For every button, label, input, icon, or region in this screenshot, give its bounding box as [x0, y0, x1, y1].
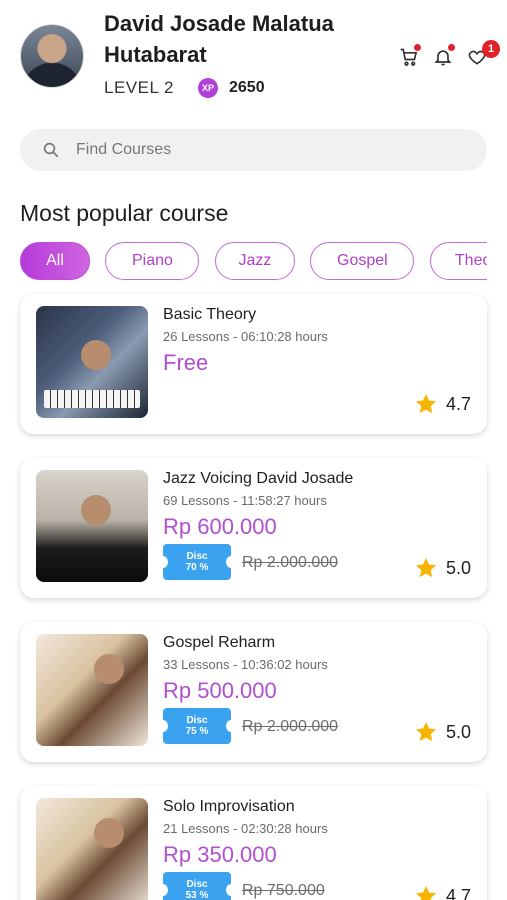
course-rating: 4.7	[414, 884, 471, 900]
discount-badge: Disc 70 %	[158, 544, 236, 580]
wishlist-count-badge: 1	[482, 40, 500, 58]
cart-icon[interactable]	[398, 44, 421, 68]
course-title: Gospel Reharm	[163, 634, 276, 651]
search-input[interactable]	[76, 141, 436, 159]
instructor-figure	[94, 818, 125, 849]
course-meta: 21 Lessons - 02:30:28 hours	[163, 821, 328, 836]
instructor-figure	[80, 339, 111, 370]
user-level: LEVEL 2	[104, 78, 174, 97]
original-price: Rp 750.000	[242, 882, 325, 899]
course-card[interactable]: Basic Theory 26 Lessons - 06:10:28 hours…	[20, 294, 487, 434]
star-icon	[415, 394, 436, 414]
course-title: Solo Improvisation	[163, 798, 295, 815]
bell-notification-dot	[448, 44, 455, 51]
rating-value: 5.0	[445, 557, 471, 578]
category-filter-bar: All Piano Jazz Gospel Theory	[20, 242, 487, 282]
instructor-figure	[94, 654, 125, 685]
rating-value: 4.7	[445, 885, 471, 900]
avatar[interactable]	[20, 24, 84, 88]
course-rating: 5.0	[414, 556, 471, 580]
course-rating: 4.7	[414, 392, 471, 416]
filter-chip-all[interactable]: All	[20, 242, 90, 280]
discount-badge: Disc 53 %	[158, 872, 236, 900]
filter-chip-gospel[interactable]: Gospel	[310, 242, 415, 280]
course-title: Jazz Voicing David Josade	[163, 470, 354, 487]
rating-value: 4.7	[445, 393, 471, 414]
filter-chip-jazz[interactable]: Jazz	[214, 242, 295, 280]
discount-percent: 53 %	[185, 890, 209, 900]
course-price: Rp 600.000	[163, 514, 277, 539]
course-price: Rp 500.000	[163, 678, 277, 703]
course-price: Free	[163, 350, 209, 375]
course-meta: 69 Lessons - 11:58:27 hours	[163, 493, 327, 508]
discount-label: Disc	[186, 715, 208, 726]
discount-badge: Disc 75 %	[158, 708, 236, 744]
original-price: Rp 2.000.000	[242, 718, 339, 735]
star-icon	[415, 722, 436, 742]
user-name: David Josade Malatua Hutabarat	[104, 11, 334, 67]
xp-icon: XP	[198, 78, 218, 98]
course-thumbnail	[36, 798, 148, 900]
section-title: Most popular course	[20, 200, 229, 226]
course-thumbnail	[36, 470, 148, 582]
course-thumbnail	[36, 634, 148, 746]
original-price: Rp 2.000.000	[242, 554, 339, 571]
course-card[interactable]: Jazz Voicing David Josade 69 Lessons - 1…	[20, 458, 487, 598]
cart-notification-dot	[414, 44, 421, 51]
bell-icon[interactable]	[432, 44, 455, 68]
course-meta: 26 Lessons - 06:10:28 hours	[163, 329, 328, 344]
course-card[interactable]: Solo Improvisation 21 Lessons - 02:30:28…	[20, 786, 487, 900]
filter-chip-theory[interactable]: Theory	[429, 242, 487, 280]
course-meta: 33 Lessons - 10:36:02 hours	[163, 657, 328, 672]
search-icon	[42, 141, 60, 159]
discount-label: Disc	[186, 551, 208, 562]
xp-value: 2650	[229, 79, 265, 96]
keyboard-image	[44, 390, 140, 408]
profile-header: David Josade Malatua Hutabarat LEVEL 2 X…	[0, 0, 507, 110]
search-bar[interactable]	[20, 129, 487, 171]
course-rating: 5.0	[414, 720, 471, 744]
instructor-figure	[80, 494, 111, 525]
discount-percent: 75 %	[185, 726, 209, 737]
discount-label: Disc	[186, 879, 208, 890]
star-icon	[415, 886, 436, 900]
course-title: Basic Theory	[163, 306, 257, 323]
rating-value: 5.0	[445, 721, 471, 742]
discount-percent: 70 %	[185, 562, 209, 573]
course-card[interactable]: Gospel Reharm 33 Lessons - 10:36:02 hour…	[20, 622, 487, 762]
course-price: Rp 350.000	[163, 842, 277, 867]
star-icon	[415, 558, 436, 578]
course-thumbnail	[36, 306, 148, 418]
heart-icon[interactable]: 1	[466, 40, 500, 68]
filter-chip-piano[interactable]: Piano	[105, 242, 200, 280]
